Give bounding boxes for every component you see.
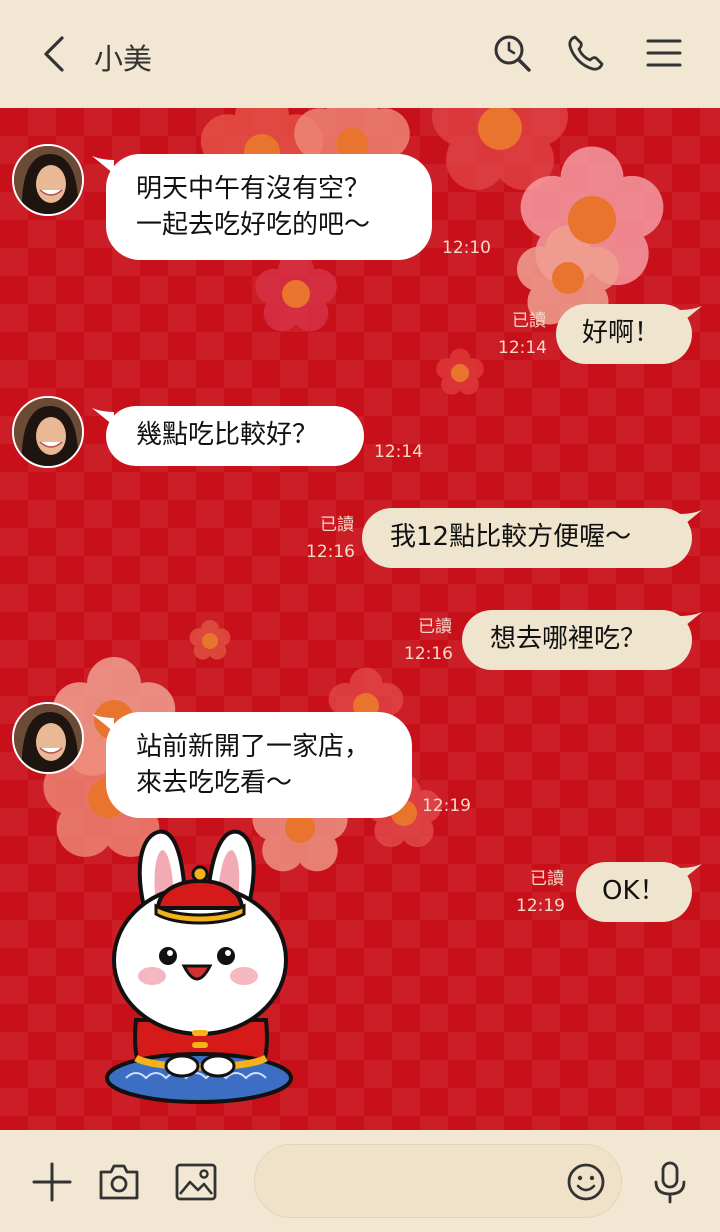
message-time: 12:16 (306, 542, 355, 562)
bubble-tail (680, 864, 702, 882)
message-time: 12:16 (404, 644, 453, 664)
plus-icon[interactable] (30, 1160, 74, 1204)
read-receipt: 已讀 (418, 617, 452, 637)
message-time: 12:14 (374, 442, 423, 462)
input-bar (0, 1130, 720, 1232)
back-chevron-icon[interactable] (36, 34, 72, 74)
read-receipt: 已讀 (320, 515, 354, 535)
message-bubble[interactable]: 幾點吃比較好？ (106, 406, 364, 466)
message-time: 12:19 (516, 896, 565, 916)
image-icon[interactable] (174, 1160, 218, 1204)
bubble-tail (680, 612, 702, 630)
message-bubble[interactable]: 好啊！ (556, 304, 692, 364)
camera-icon[interactable] (97, 1160, 141, 1204)
menu-icon[interactable] (644, 33, 684, 73)
avatar[interactable] (12, 702, 84, 774)
avatar[interactable] (12, 396, 84, 468)
message-bubble[interactable]: 站前新開了一家店， 來去吃吃看～ (106, 712, 412, 818)
bubble-tail (680, 510, 702, 528)
phone-icon[interactable] (566, 33, 606, 73)
microphone-icon[interactable] (648, 1160, 692, 1204)
message-time: 12:14 (498, 338, 547, 358)
message-bubble[interactable]: 我12點比較方便喔～ (362, 508, 692, 568)
chat-area[interactable]: 明天中午有沒有空？ 一起去吃好吃的吧～ 12:10 已讀 12:14 好啊！ 幾… (0, 108, 720, 1130)
emoji-icon[interactable] (566, 1162, 606, 1202)
message-bubble[interactable]: 想去哪裡吃？ (462, 610, 692, 670)
bunny-sticker[interactable] (96, 820, 306, 1104)
avatar[interactable] (12, 144, 84, 216)
read-receipt: 已讀 (530, 869, 564, 889)
search-icon[interactable] (492, 33, 532, 73)
message-bubble[interactable]: 明天中午有沒有空？ 一起去吃好吃的吧～ (106, 154, 432, 260)
bubble-tail (680, 306, 702, 324)
chat-title: 小美 (94, 42, 153, 76)
message-time: 12:19 (422, 796, 471, 816)
message-bubble[interactable]: OK！ (576, 862, 692, 922)
message-time: 12:10 (442, 238, 491, 258)
chat-header: 小美 (0, 0, 720, 108)
read-receipt: 已讀 (512, 311, 546, 331)
